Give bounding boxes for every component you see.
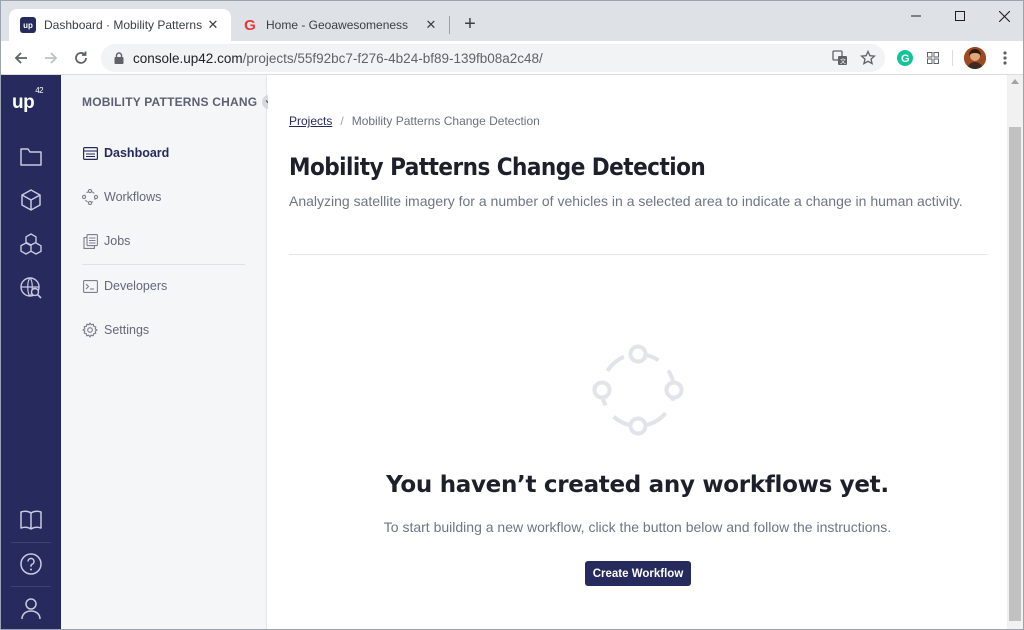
maximize-button[interactable] <box>945 5 975 27</box>
project-name: MOBILITY PATTERNS CHANG <box>82 95 258 109</box>
minimize-button[interactable] <box>901 5 931 27</box>
up42-favicon-icon: up <box>20 17 36 33</box>
bookmark-star-icon[interactable] <box>857 44 879 72</box>
svg-text:G: G <box>901 53 910 65</box>
workflow-icon <box>82 189 98 205</box>
grammarly-extension-icon[interactable]: G <box>895 48 915 68</box>
sidebar-item-developers[interactable]: Developers <box>82 276 167 296</box>
scroll-up-arrow-icon[interactable] <box>1011 79 1019 84</box>
breadcrumb-current: Mobility Patterns Change Detection <box>351 114 540 128</box>
browser-toolbar: console.up42.com/projects/55f92bc7-f276-… <box>1 41 1023 75</box>
close-tab-icon[interactable]: ✕ <box>421 15 441 35</box>
browser-window: up Dashboard · Mobility Patterns Ch ✕ G … <box>0 0 1024 630</box>
breadcrumb-separator: / <box>340 114 344 128</box>
workflow-empty-icon <box>591 343 685 437</box>
tab-title: Dashboard · Mobility Patterns Ch <box>44 18 203 32</box>
sidebar-item-settings[interactable]: Settings <box>82 320 149 340</box>
sidebar-item-label: Settings <box>104 323 150 337</box>
close-window-button[interactable] <box>989 5 1019 27</box>
close-tab-icon[interactable]: ✕ <box>203 15 223 35</box>
tab-separator <box>449 16 450 34</box>
sidebar-item-label: Workflows <box>104 190 162 204</box>
sidebar-item-label: Jobs <box>104 234 131 248</box>
blocks-icon[interactable] <box>18 231 44 257</box>
browser-menu-icon[interactable] <box>995 48 1015 68</box>
url-host: console.up42.com <box>133 50 243 66</box>
reload-button[interactable] <box>69 46 93 70</box>
project-sidebar: MOBILITY PATTERNS CHANG Dashboard Workfl… <box>61 75 277 629</box>
logo-text: up <box>12 92 35 113</box>
lock-icon <box>111 52 127 64</box>
up42-logo[interactable]: up42 <box>12 86 44 114</box>
toolbar-separator <box>952 50 953 66</box>
breadcrumb-projects-link[interactable]: Projects <box>289 114 332 128</box>
sidebar-item-label: Dashboard <box>104 146 170 160</box>
url-text: console.up42.com/projects/55f92bc7-f276-… <box>133 51 543 66</box>
dashboard-icon <box>82 145 98 161</box>
breadcrumb: Projects / Mobility Patterns Change Dete… <box>289 114 540 128</box>
folder-icon[interactable] <box>18 143 44 169</box>
extensions-grid-icon[interactable] <box>923 48 943 68</box>
icon-rail: up42 <box>1 75 61 629</box>
sidebar-divider <box>82 264 245 265</box>
page-title: Mobility Patterns Change Detection <box>289 153 706 181</box>
url-path: /projects/55f92bc7-f276-4b24-bf89-139fb0… <box>242 50 543 66</box>
jobs-icon <box>82 233 98 249</box>
main-content: Projects / Mobility Patterns Change Dete… <box>268 75 1007 629</box>
rail-divider <box>11 542 51 543</box>
tab-geoawesomeness[interactable]: G Home - Geoawesomeness ✕ <box>231 9 449 41</box>
sidebar-item-dashboard[interactable]: Dashboard <box>82 143 169 163</box>
address-bar[interactable]: console.up42.com/projects/55f92bc7-f276-… <box>101 44 885 72</box>
globe-search-icon[interactable] <box>18 275 44 301</box>
forward-button[interactable] <box>39 46 63 70</box>
page-description: Analyzing satellite imagery for a number… <box>289 193 963 209</box>
user-icon[interactable] <box>18 595 44 621</box>
logo-superscript: 42 <box>35 85 44 95</box>
gear-icon <box>82 322 98 338</box>
create-workflow-button[interactable]: Create Workflow <box>585 561 691 586</box>
header-divider <box>289 254 987 255</box>
empty-state-title: You haven’t created any workflows yet. <box>386 472 889 498</box>
help-icon[interactable] <box>18 551 44 577</box>
svg-text:文: 文 <box>840 58 846 66</box>
rail-divider <box>11 586 51 587</box>
book-icon[interactable] <box>18 507 44 533</box>
sidebar-item-label: Developers <box>104 279 168 293</box>
tab-title: Home - Geoawesomeness <box>266 18 409 32</box>
sidebar-item-workflows[interactable]: Workflows <box>82 187 161 207</box>
sidebar-item-jobs[interactable]: Jobs <box>82 231 130 251</box>
tab-strip: up Dashboard · Mobility Patterns Ch ✕ G … <box>1 1 1023 41</box>
geoawesomeness-favicon-icon: G <box>244 16 256 34</box>
back-button[interactable] <box>9 46 33 70</box>
new-tab-button[interactable]: + <box>459 13 481 35</box>
translate-icon[interactable]: 文 <box>829 44 851 72</box>
profile-avatar-icon[interactable] <box>964 47 986 69</box>
scrollbar-thumb[interactable] <box>1009 127 1021 621</box>
page-scrollbar[interactable] <box>1007 75 1023 629</box>
project-switcher[interactable]: MOBILITY PATTERNS CHANG <box>82 95 277 109</box>
tab-dashboard[interactable]: up Dashboard · Mobility Patterns Ch ✕ <box>9 9 231 41</box>
app-container: up42 MOBILITY PATTERNS CHANG Dashboard W… <box>1 75 1023 629</box>
cube-icon[interactable] <box>18 187 44 213</box>
terminal-icon <box>82 278 98 294</box>
empty-state-subtitle: To start building a new workflow, click … <box>383 519 892 535</box>
